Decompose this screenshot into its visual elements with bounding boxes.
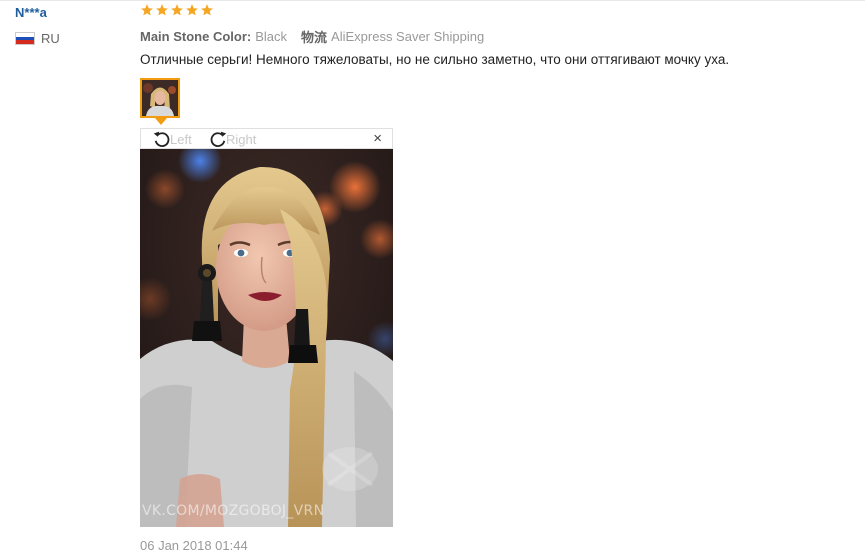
rotate-right-label: Right bbox=[226, 131, 257, 147]
attribute-key: 物流 bbox=[301, 30, 328, 45]
attribute-key: Main Stone Color: bbox=[140, 29, 252, 44]
review-text: Отличные серьги! Немного тяжеловаты, но … bbox=[140, 52, 730, 67]
close-viewer-button[interactable]: × bbox=[373, 131, 382, 147]
star-icon bbox=[201, 4, 213, 16]
star-icon bbox=[186, 4, 198, 16]
separator-line bbox=[0, 0, 865, 1]
image-viewer-toolbar: Left Right × bbox=[140, 128, 393, 149]
reviewer-name[interactable]: N***a bbox=[15, 5, 47, 20]
review-photo: VK.COM/MOZGOBOJ_VRN bbox=[140, 149, 393, 527]
star-rating bbox=[140, 2, 214, 18]
star-icon bbox=[171, 4, 183, 16]
rotate-left-button[interactable]: Left bbox=[151, 129, 192, 149]
review-date: 06 Jan 2018 01:44 bbox=[140, 538, 248, 553]
star-icon bbox=[156, 4, 168, 16]
reviewer-country: RU bbox=[15, 31, 60, 46]
rotate-right-button[interactable]: Right bbox=[207, 129, 256, 149]
order-attributes: Main Stone Color: Black 物流 AliExpress Sa… bbox=[140, 27, 498, 46]
star-icon bbox=[141, 4, 153, 16]
rotate-left-label: Left bbox=[170, 131, 192, 147]
photo-watermark: VK.COM/MOZGOBOJ_VRN bbox=[142, 503, 325, 519]
thumbnail-pointer bbox=[155, 118, 167, 125]
country-code: RU bbox=[41, 31, 60, 46]
attribute-value: Black bbox=[255, 29, 288, 44]
attribute-value: AliExpress Saver Shipping bbox=[331, 29, 485, 44]
russia-flag-icon bbox=[15, 32, 35, 45]
review-photo-thumbnail[interactable] bbox=[140, 78, 180, 118]
